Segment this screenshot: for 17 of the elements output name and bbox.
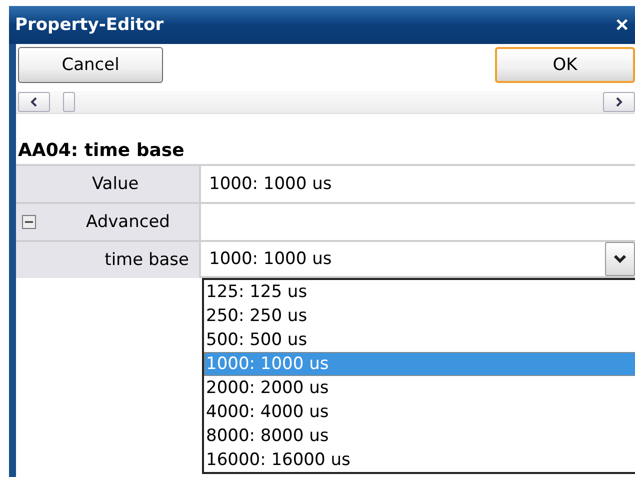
- section-heading: AA04: time base: [17, 139, 186, 163]
- property-value: 1000: 1000 us: [209, 174, 333, 194]
- collapse-toggle[interactable]: [22, 215, 36, 229]
- ok-button[interactable]: OK: [495, 47, 635, 83]
- scroll-thumb[interactable]: [63, 92, 75, 112]
- cancel-button[interactable]: Cancel: [18, 47, 163, 83]
- close-button[interactable]: ×: [612, 15, 632, 35]
- dropdown-value: 1000: 1000 us: [209, 249, 333, 269]
- window-title: Property-Editor: [15, 15, 164, 35]
- scroll-left-button[interactable]: [18, 92, 50, 112]
- property-label: Advanced: [86, 212, 170, 232]
- property-label: time base: [104, 250, 189, 270]
- scroll-right-button[interactable]: [603, 92, 635, 112]
- dropdown-button[interactable]: [605, 242, 635, 276]
- property-label: Value: [92, 174, 139, 194]
- horizontal-scrollbar[interactable]: [16, 91, 635, 114]
- chevron-down-icon: [613, 254, 627, 264]
